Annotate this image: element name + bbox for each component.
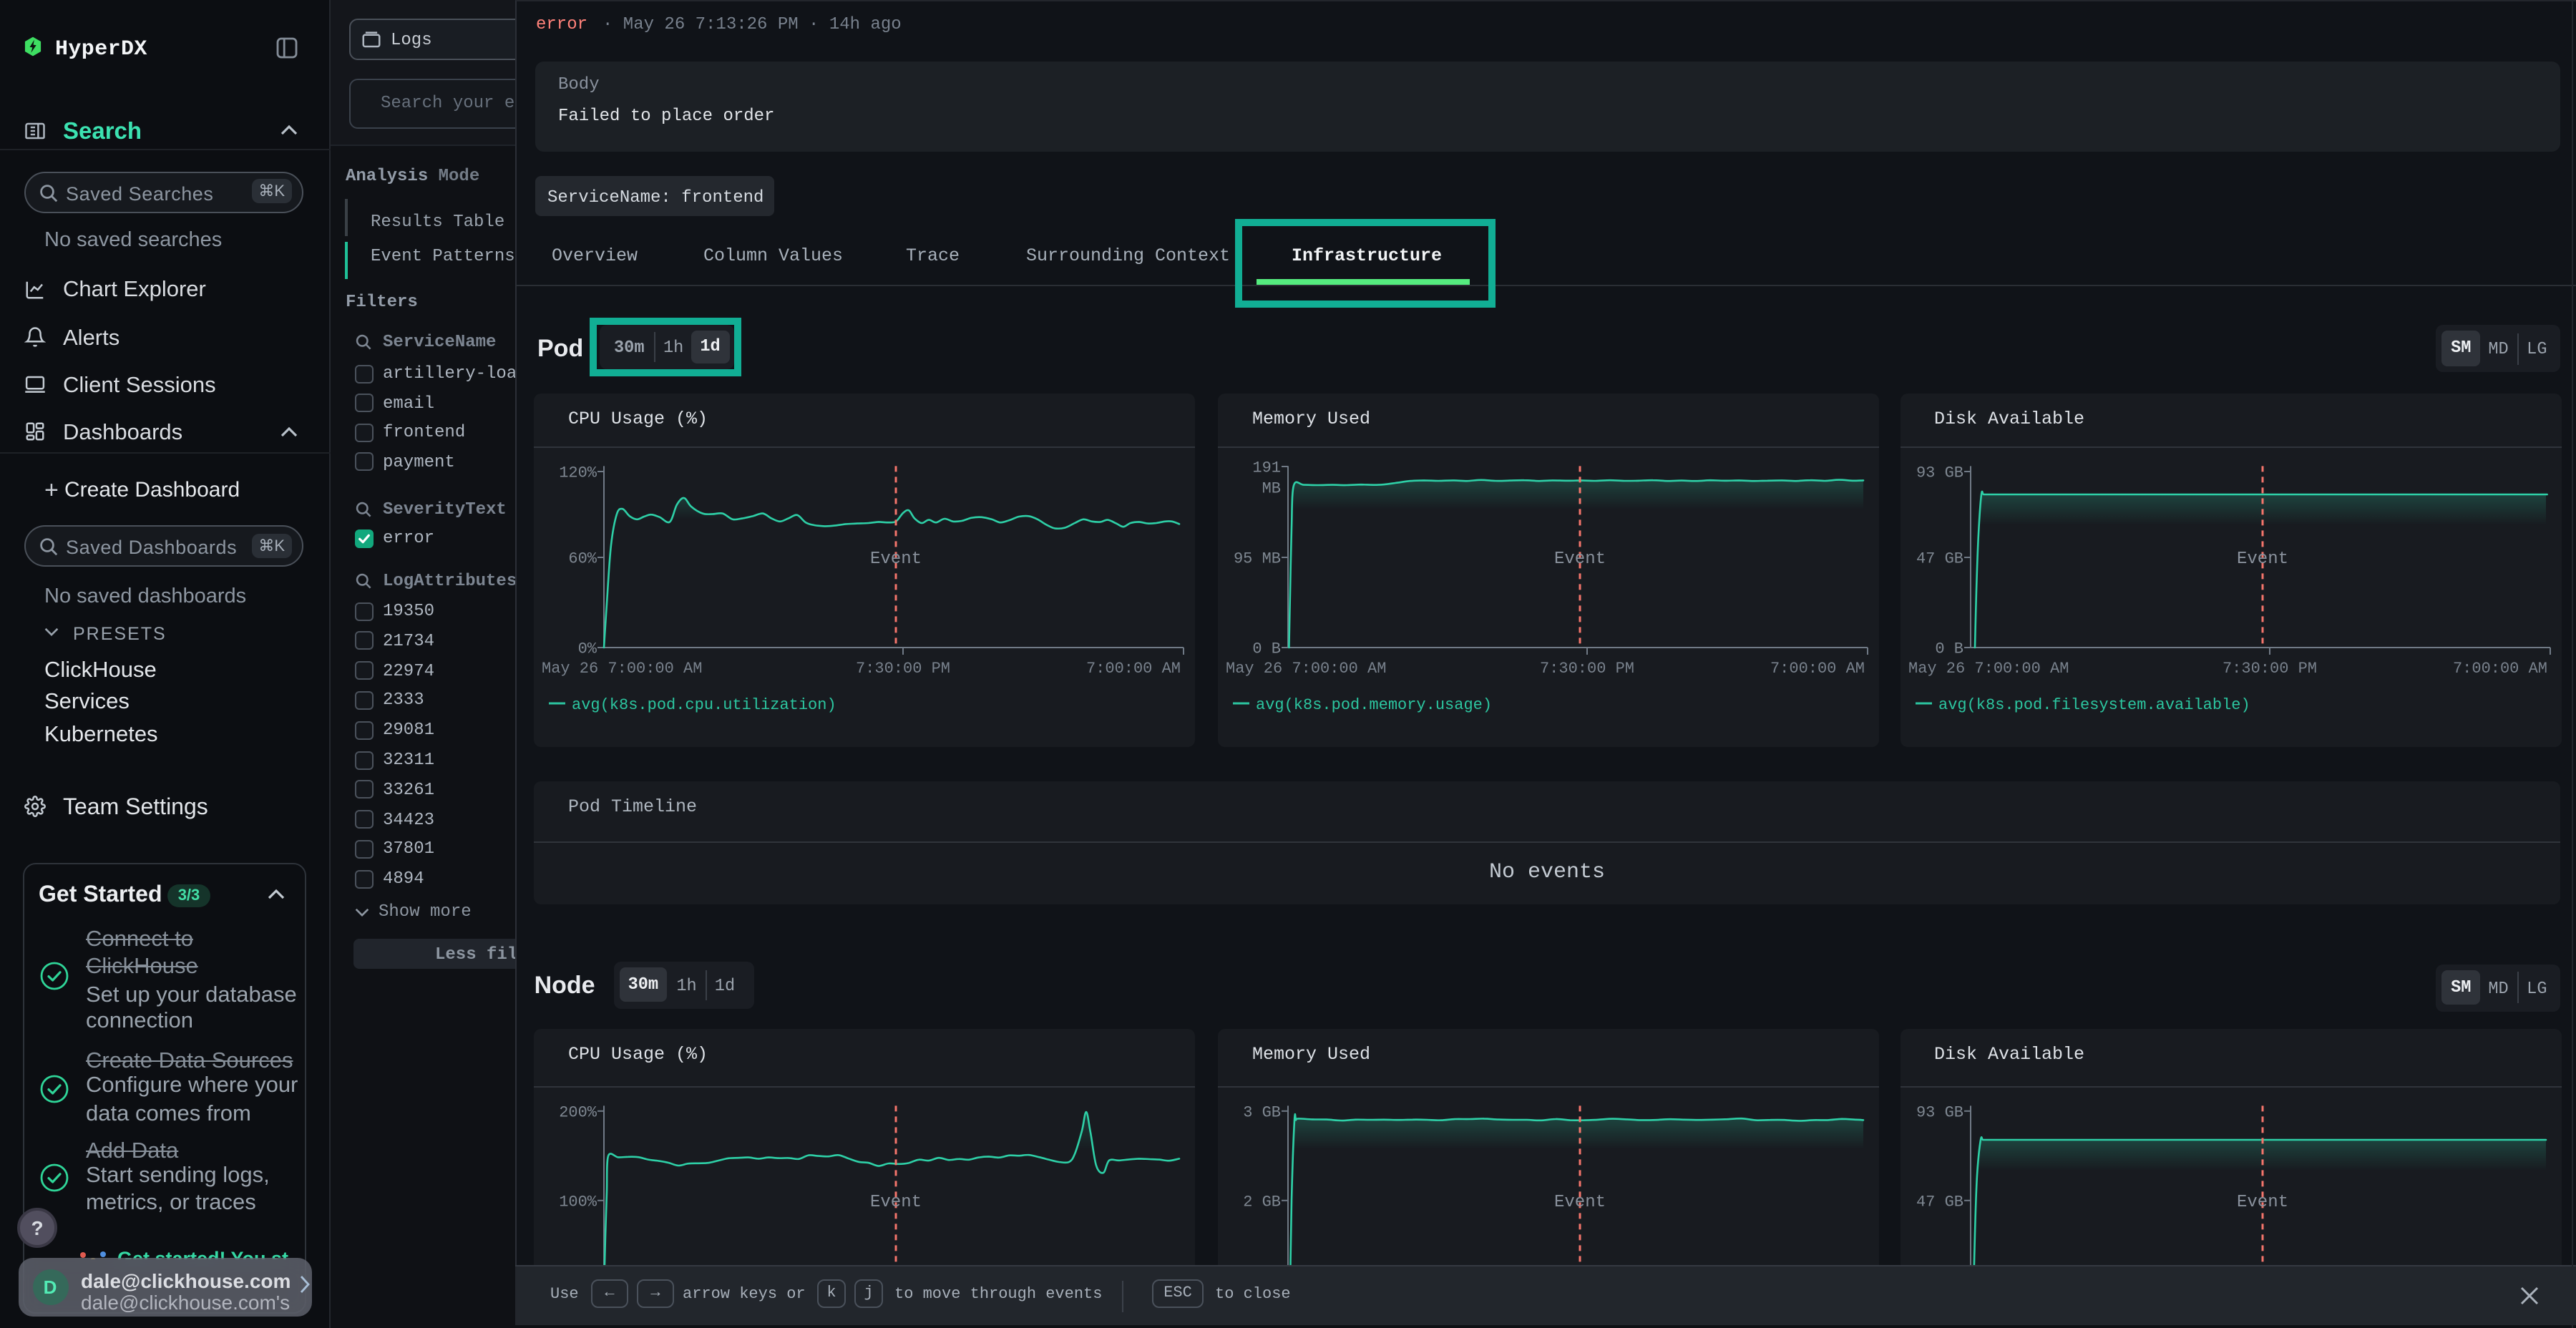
svg-text:May 26 7:00:00 AM: May 26 7:00:00 AM — [1908, 660, 2068, 678]
svg-text:7:00:00 AM: 7:00:00 AM — [1086, 660, 1181, 678]
svg-text:60%: 60% — [568, 550, 597, 568]
svg-text:Event: Event — [2236, 1192, 2288, 1211]
svg-text:7:30:00 PM: 7:30:00 PM — [856, 660, 950, 678]
svg-text:7:30:00 PM: 7:30:00 PM — [1540, 660, 1634, 678]
svg-text:0 B: 0 B — [1934, 640, 1963, 658]
svg-text:May 26 7:00:00 AM: May 26 7:00:00 AM — [542, 660, 702, 678]
svg-text:191: 191 — [1252, 459, 1281, 477]
svg-text:7:00:00 AM: 7:00:00 AM — [1770, 660, 1865, 678]
svg-text:0 B: 0 B — [1252, 640, 1281, 658]
svg-text:MB: MB — [1262, 480, 1281, 498]
svg-text:avg(k8s.pod.cpu.utilization): avg(k8s.pod.cpu.utilization) — [572, 696, 836, 714]
svg-text:47 GB: 47 GB — [1916, 550, 1963, 568]
svg-text:93 GB: 93 GB — [1916, 1103, 1963, 1121]
svg-text:95 MB: 95 MB — [1234, 550, 1281, 568]
svg-text:Event: Event — [1554, 550, 1606, 569]
svg-text:93 GB: 93 GB — [1916, 464, 1963, 482]
svg-text:7:00:00 AM: 7:00:00 AM — [2452, 660, 2547, 678]
svg-text:7:30:00 PM: 7:30:00 PM — [2222, 660, 2316, 678]
svg-text:2 GB: 2 GB — [1243, 1193, 1281, 1211]
svg-text:May 26 7:00:00 AM: May 26 7:00:00 AM — [1226, 660, 1386, 678]
svg-text:0%: 0% — [578, 640, 597, 658]
svg-text:100%: 100% — [559, 1193, 597, 1211]
svg-text:47 GB: 47 GB — [1916, 1193, 1963, 1211]
svg-text:120%: 120% — [559, 464, 597, 482]
svg-text:Event: Event — [1554, 1192, 1606, 1211]
svg-text:Event: Event — [870, 550, 922, 569]
svg-text:avg(k8s.pod.memory.usage): avg(k8s.pod.memory.usage) — [1256, 696, 1492, 714]
svg-text:Event: Event — [2236, 550, 2288, 569]
svg-text:3 GB: 3 GB — [1243, 1103, 1281, 1121]
svg-text:200%: 200% — [559, 1103, 597, 1121]
svg-text:Event: Event — [870, 1192, 922, 1211]
svg-text:avg(k8s.pod.filesystem.availab: avg(k8s.pod.filesystem.available) — [1938, 696, 2250, 714]
